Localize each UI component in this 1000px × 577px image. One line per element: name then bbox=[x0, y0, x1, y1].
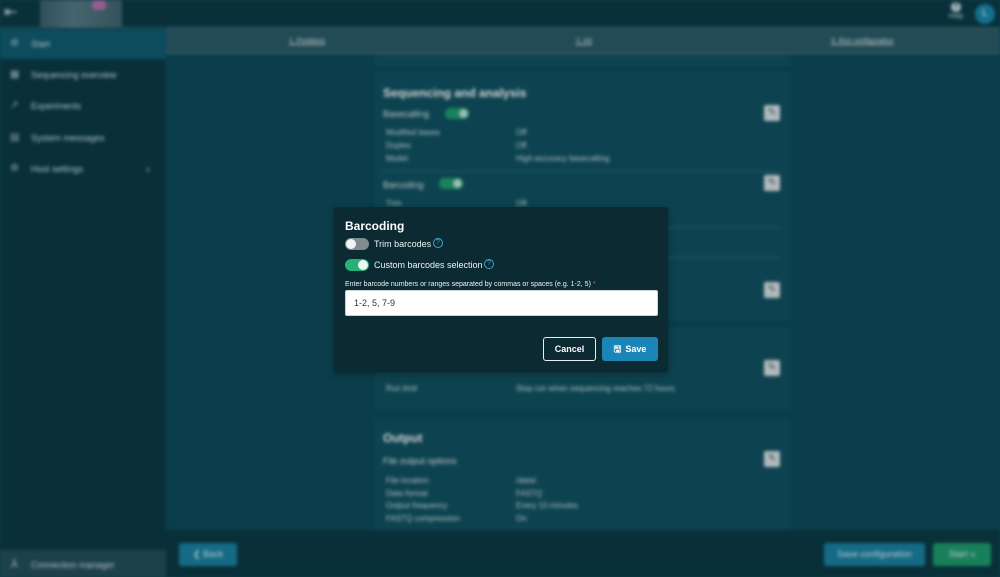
custom-barcodes-row: Custom barcodes selection ? bbox=[345, 258, 505, 272]
help-icon[interactable]: ? bbox=[433, 238, 443, 248]
trim-barcodes-label: Trim barcodes bbox=[374, 239, 432, 249]
barcode-field-label: Enter barcode numbers or ranges separate… bbox=[345, 281, 596, 288]
save-button[interactable]: 🖫 Save bbox=[602, 337, 658, 361]
custom-barcodes-label: Custom barcodes selection bbox=[374, 260, 483, 270]
custom-barcodes-toggle[interactable] bbox=[345, 259, 369, 271]
cancel-button[interactable]: Cancel bbox=[543, 337, 596, 361]
trim-barcodes-row: Trim barcodes ? bbox=[345, 237, 465, 251]
dialog-title: Barcoding bbox=[345, 219, 405, 233]
help-icon[interactable]: ? bbox=[484, 259, 494, 269]
barcode-input[interactable] bbox=[345, 290, 658, 316]
trim-barcodes-toggle[interactable] bbox=[345, 238, 369, 250]
floppy-disk-icon: 🖫 bbox=[613, 344, 622, 354]
required-marker: * bbox=[592, 281, 596, 288]
barcoding-dialog: Barcoding Trim barcodes ? Custom barcode… bbox=[334, 207, 668, 372]
